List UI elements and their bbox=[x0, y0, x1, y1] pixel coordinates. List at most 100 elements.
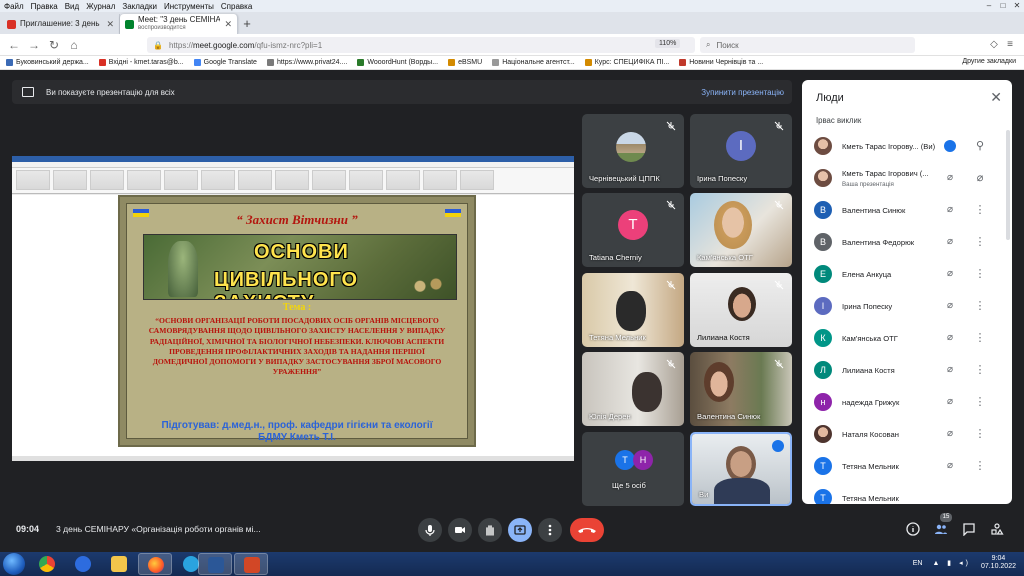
people-row[interactable]: Т Тетяна Мельник ⌀ ⋮ bbox=[802, 450, 1012, 482]
tab-meet[interactable]: Meet: "3 день СЕМІНАРУ «Орг воспроизводи… bbox=[120, 14, 238, 34]
bookmark-item[interactable]: Буковинський держа... bbox=[6, 59, 89, 66]
menu-history[interactable]: Журнал bbox=[86, 2, 115, 11]
search-input[interactable]: ⌕ Поиск bbox=[700, 37, 915, 53]
more-options-icon[interactable]: ⋮ bbox=[974, 364, 986, 376]
close-tab-icon[interactable]: ✕ bbox=[224, 19, 232, 30]
people-row[interactable]: Л Лилиана Костя ⌀ ⋮ bbox=[802, 354, 1012, 386]
chat-icon[interactable] bbox=[962, 522, 976, 536]
present-off-icon[interactable]: ⌀ bbox=[944, 172, 956, 184]
camera-button[interactable] bbox=[448, 518, 472, 542]
participant-tile[interactable]: Чернівецький ЦППК bbox=[582, 114, 684, 188]
maximize-icon[interactable]: □ bbox=[996, 0, 1010, 12]
people-row[interactable]: І Ірина Попеску ⌀ ⋮ bbox=[802, 290, 1012, 322]
menu-edit[interactable]: Правка bbox=[31, 2, 58, 11]
people-row[interactable]: Кметь Тарас Ігорову... (Ви) ⚲ bbox=[802, 130, 1012, 162]
bookmark-item[interactable]: Вхідні - kmet.taras@b... bbox=[98, 59, 184, 66]
bookmark-item[interactable]: Google Translate bbox=[193, 59, 257, 66]
more-options-icon[interactable]: ⋮ bbox=[974, 268, 986, 280]
tray-clock[interactable]: 9:04 07.10.2022 bbox=[981, 555, 1016, 571]
participant-avatar: І bbox=[814, 297, 832, 315]
minimize-icon[interactable]: – bbox=[982, 0, 996, 12]
close-panel-icon[interactable]: ✕ bbox=[990, 89, 1002, 106]
more-options-icon[interactable]: ⋮ bbox=[974, 396, 986, 408]
people-row[interactable]: Т Тетяна Мельник bbox=[802, 482, 1012, 504]
menu-help[interactable]: Справка bbox=[221, 2, 252, 11]
participant-tile[interactable]: І Ірина Попеску bbox=[690, 114, 792, 188]
bookmark-item[interactable]: WooordHunt (Ворды... bbox=[357, 59, 438, 66]
mic-off-icon[interactable]: ⌀ bbox=[944, 204, 956, 216]
people-row[interactable]: К Кам'янська ОТГ ⌀ ⋮ bbox=[802, 322, 1012, 354]
mic-off-icon[interactable]: ⌀ bbox=[944, 460, 956, 472]
people-row[interactable]: В Валентина Федорюк ⌀ ⋮ bbox=[802, 226, 1012, 258]
self-view-tile[interactable]: Ви bbox=[690, 432, 792, 506]
back-icon[interactable]: ← bbox=[6, 38, 22, 52]
mic-off-icon[interactable]: ⌀ bbox=[944, 236, 956, 248]
translate-icon bbox=[193, 59, 201, 66]
reload-icon[interactable]: ↻ bbox=[46, 38, 62, 52]
tab-invitation[interactable]: Приглашение: 3 день СЕМІНА ✕ bbox=[2, 14, 120, 34]
people-row[interactable]: В Валентина Синюк ⌀ ⋮ bbox=[802, 194, 1012, 226]
info-icon[interactable] bbox=[906, 522, 920, 536]
zoom-level[interactable]: 110% bbox=[655, 39, 681, 48]
close-window-icon[interactable]: ✕ bbox=[1010, 0, 1024, 12]
participant-tile[interactable]: Валентина Синюк bbox=[690, 352, 792, 426]
menu-bookmarks[interactable]: Закладки bbox=[122, 2, 157, 11]
hamburger-menu-icon[interactable]: ≡ bbox=[1002, 37, 1018, 53]
bookmark-item[interactable]: https://www.privat24.... bbox=[266, 59, 347, 66]
participant-tile[interactable]: Тетяна Мельник bbox=[582, 273, 684, 347]
people-row[interactable]: Наталя Косован ⌀ ⋮ bbox=[802, 418, 1012, 450]
more-options-button[interactable] bbox=[538, 518, 562, 542]
bookmark-item[interactable]: Курс: СПЕЦИФІКА ПІ... bbox=[584, 59, 669, 66]
present-now-button[interactable] bbox=[508, 518, 532, 542]
more-options-icon[interactable]: ⋮ bbox=[974, 204, 986, 216]
people-row[interactable]: н надежда Грижук ⌀ ⋮ bbox=[802, 386, 1012, 418]
windows-start-icon[interactable] bbox=[3, 553, 25, 575]
bookmark-item[interactable]: eBSMU bbox=[448, 59, 482, 66]
mic-off-icon[interactable]: ⌀ bbox=[944, 428, 956, 440]
participant-tile[interactable]: Лилиана Костя bbox=[690, 273, 792, 347]
taskbar-firefox[interactable] bbox=[138, 553, 172, 575]
taskbar-explorer[interactable] bbox=[102, 553, 136, 575]
more-options-icon[interactable]: ⋮ bbox=[974, 300, 986, 312]
more-options-icon[interactable]: ⋮ bbox=[974, 236, 986, 248]
forward-icon[interactable]: → bbox=[26, 38, 42, 52]
taskbar-powerpoint[interactable] bbox=[234, 553, 268, 575]
participant-tile[interactable]: Юлія Дерен bbox=[582, 352, 684, 426]
mic-button[interactable] bbox=[418, 518, 442, 542]
menu-tools[interactable]: Инструменты bbox=[164, 2, 214, 11]
home-icon[interactable]: ⌂ bbox=[66, 38, 82, 52]
participant-tile[interactable]: Кам'янська ОТГ bbox=[690, 193, 792, 267]
mic-off-icon[interactable]: ⌀ bbox=[944, 300, 956, 312]
bookmark-item[interactable]: Національне агентст... bbox=[492, 59, 575, 66]
menu-view[interactable]: Вид bbox=[65, 2, 79, 11]
people-icon[interactable] bbox=[934, 522, 948, 536]
mic-off-icon[interactable]: ⌀ bbox=[974, 172, 986, 184]
bookmark-item[interactable]: Новини Чернівців та ... bbox=[679, 59, 763, 66]
more-options-icon[interactable]: ⋮ bbox=[974, 460, 986, 472]
more-options-icon[interactable]: ⋮ bbox=[974, 332, 986, 344]
stop-presenting-button[interactable]: Зупинити презентацію bbox=[701, 88, 784, 97]
taskbar-chrome[interactable] bbox=[30, 553, 64, 575]
mic-off-icon[interactable]: ⌀ bbox=[944, 268, 956, 280]
participant-tile[interactable]: T Tatiana Cherniy bbox=[582, 193, 684, 267]
people-row[interactable]: Е Елена Анкуца ⌀ ⋮ bbox=[802, 258, 1012, 290]
activities-icon[interactable] bbox=[990, 522, 1004, 536]
menu-file[interactable]: Файл bbox=[4, 2, 24, 11]
url-bar[interactable]: 🔒 https:// meet.google.com /qfu-ismz-nrc… bbox=[147, 37, 695, 53]
close-tab-icon[interactable]: ✕ bbox=[106, 19, 114, 30]
pin-icon[interactable]: ⚲ bbox=[974, 140, 986, 152]
pocket-icon[interactable]: ◇ bbox=[986, 37, 1002, 53]
people-row[interactable]: Кметь Тарас Ігорович (... Ваша презентац… bbox=[802, 162, 1012, 194]
taskbar-media[interactable] bbox=[66, 553, 100, 575]
other-bookmarks[interactable]: Другие закладки bbox=[962, 58, 1016, 65]
new-tab-button[interactable]: + bbox=[238, 14, 256, 34]
leave-call-button[interactable] bbox=[570, 518, 604, 542]
mic-off-icon[interactable]: ⌀ bbox=[944, 396, 956, 408]
mic-off-icon[interactable]: ⌀ bbox=[944, 332, 956, 344]
mic-off-icon[interactable]: ⌀ bbox=[944, 364, 956, 376]
more-options-icon[interactable]: ⋮ bbox=[974, 428, 986, 440]
more-participants-tile[interactable]: Т Н Ще 5 осіб bbox=[582, 432, 684, 506]
taskbar-word[interactable] bbox=[198, 553, 232, 575]
raise-hand-button[interactable] bbox=[478, 518, 502, 542]
language-indicator[interactable]: EN bbox=[913, 560, 923, 567]
